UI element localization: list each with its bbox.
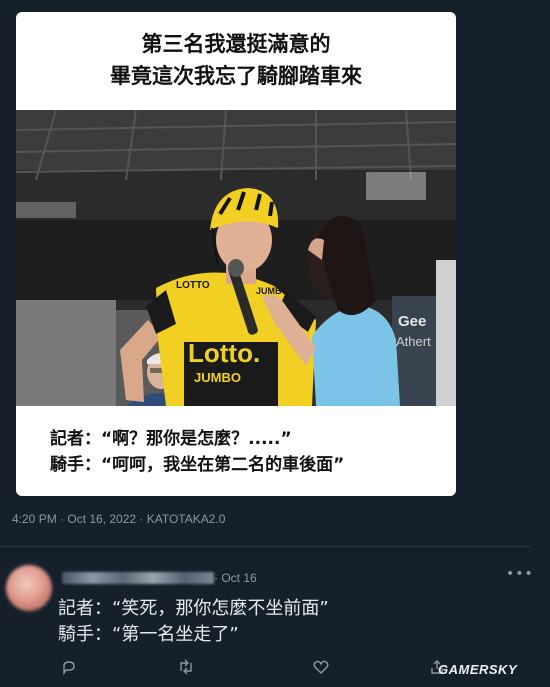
jersey-lotto-text: Lotto.: [188, 338, 260, 368]
reply-line-2: 騎手：“第一名坐走了”: [58, 624, 239, 645]
meme-top-caption: 第三名我還挺滿意的 畢竟這次我忘了騎腳踏車來: [16, 12, 456, 110]
reply-line-1: 記者：“笑死，那你怎麼不坐前面”: [58, 598, 329, 619]
dialog-line-2: 騎手：“呵呵，我坐在第二名的車後面”: [50, 455, 345, 475]
meme-photo: Gee Athert Lotto. JUMBO LOTTO JUMBO: [16, 110, 456, 406]
bg-sign-text-1: Gee: [398, 313, 426, 330]
jersey-small-text-2: JUMBO: [256, 286, 289, 296]
avatar[interactable]: [6, 565, 52, 611]
caption-line-1: 第三名我還挺滿意的: [141, 32, 331, 56]
gamersky-watermark: GAMERSKY: [438, 662, 518, 677]
divider: [0, 546, 530, 547]
jersey-jumbo-text: JUMBO: [194, 370, 241, 385]
like-icon[interactable]: [312, 658, 330, 676]
jersey-small-text-1: LOTTO: [176, 280, 210, 291]
reply-icon[interactable]: [60, 658, 78, 676]
dialog-line-1: 記者：“啊？那你是怎麼？.....”: [50, 429, 292, 449]
meme-image-card[interactable]: 第三名我還挺滿意的 畢竟這次我忘了騎腳踏車來 Gee Athert Lotto.…: [16, 12, 456, 496]
retweet-icon[interactable]: [177, 658, 195, 676]
more-options-icon[interactable]: •••: [506, 566, 534, 582]
bg-sign-text-2: Athert: [396, 334, 431, 349]
reply-date[interactable]: · Oct 16: [214, 571, 257, 585]
reply-body: 記者：“笑死，那你怎麼不坐前面” 騎手：“第一名坐走了”: [58, 596, 329, 648]
tweet-timestamp[interactable]: 4:20 PM · Oct 16, 2022 · KATOTAKA2.0: [12, 512, 225, 526]
meme-dialog-caption: 記者：“啊？那你是怎麼？.....” 騎手：“呵呵，我坐在第二名的車後面”: [50, 426, 450, 478]
caption-line-2: 畢竟這次我忘了騎腳踏車來: [110, 64, 362, 88]
reply-author-name-blurred[interactable]: [62, 572, 214, 584]
